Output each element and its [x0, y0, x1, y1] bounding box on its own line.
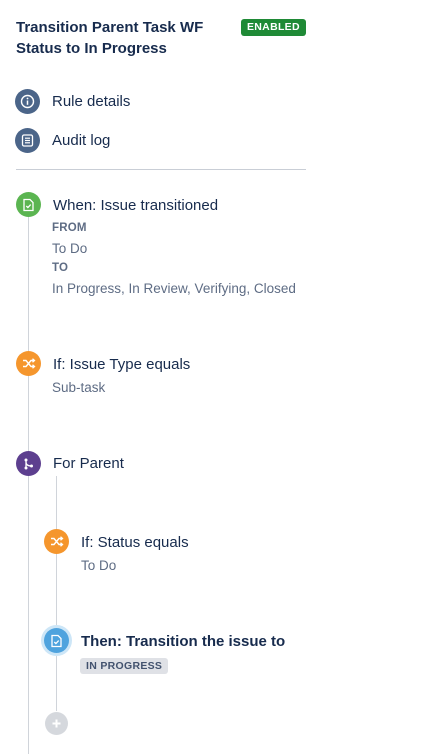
condition2-title[interactable]: If: Status equals	[81, 534, 189, 552]
condition2-value: To Do	[81, 558, 117, 573]
rule-details-label: Rule details	[52, 92, 131, 110]
trigger-to-label: TO	[52, 262, 69, 274]
list-icon	[15, 127, 40, 153]
trigger-icon	[16, 192, 41, 217]
condition1-title[interactable]: If: Issue Type equals	[53, 356, 190, 374]
action-status-lozenge: IN PROGRESS	[80, 658, 169, 674]
branch-title[interactable]: For Parent	[53, 455, 124, 473]
rule-details-link[interactable]: Rule details	[15, 88, 130, 114]
audit-log-label: Audit log	[52, 131, 111, 149]
flow-connector-branch	[56, 476, 57, 711]
action-icon	[44, 628, 69, 653]
trigger-from-value: To Do	[52, 241, 88, 256]
trigger-to-value: In Progress, In Review, Verifying, Close…	[52, 281, 296, 296]
condition-icon	[16, 351, 41, 376]
branch-icon	[16, 451, 41, 476]
info-icon	[15, 88, 40, 114]
condition-icon	[44, 529, 69, 554]
action-title[interactable]: Then: Transition the issue to	[81, 633, 285, 651]
plus-icon	[52, 719, 61, 728]
trigger-title[interactable]: When: Issue transitioned	[53, 197, 218, 215]
divider	[16, 169, 306, 170]
rule-title: Transition Parent Task WF Status to In P…	[16, 19, 204, 57]
add-component-button[interactable]	[45, 712, 68, 735]
audit-log-link[interactable]: Audit log	[15, 127, 110, 153]
trigger-from-label: FROM	[52, 222, 87, 234]
condition1-value: Sub-task	[52, 380, 106, 395]
status-badge: ENABLED	[241, 19, 306, 36]
flow-connector-main	[28, 214, 29, 754]
